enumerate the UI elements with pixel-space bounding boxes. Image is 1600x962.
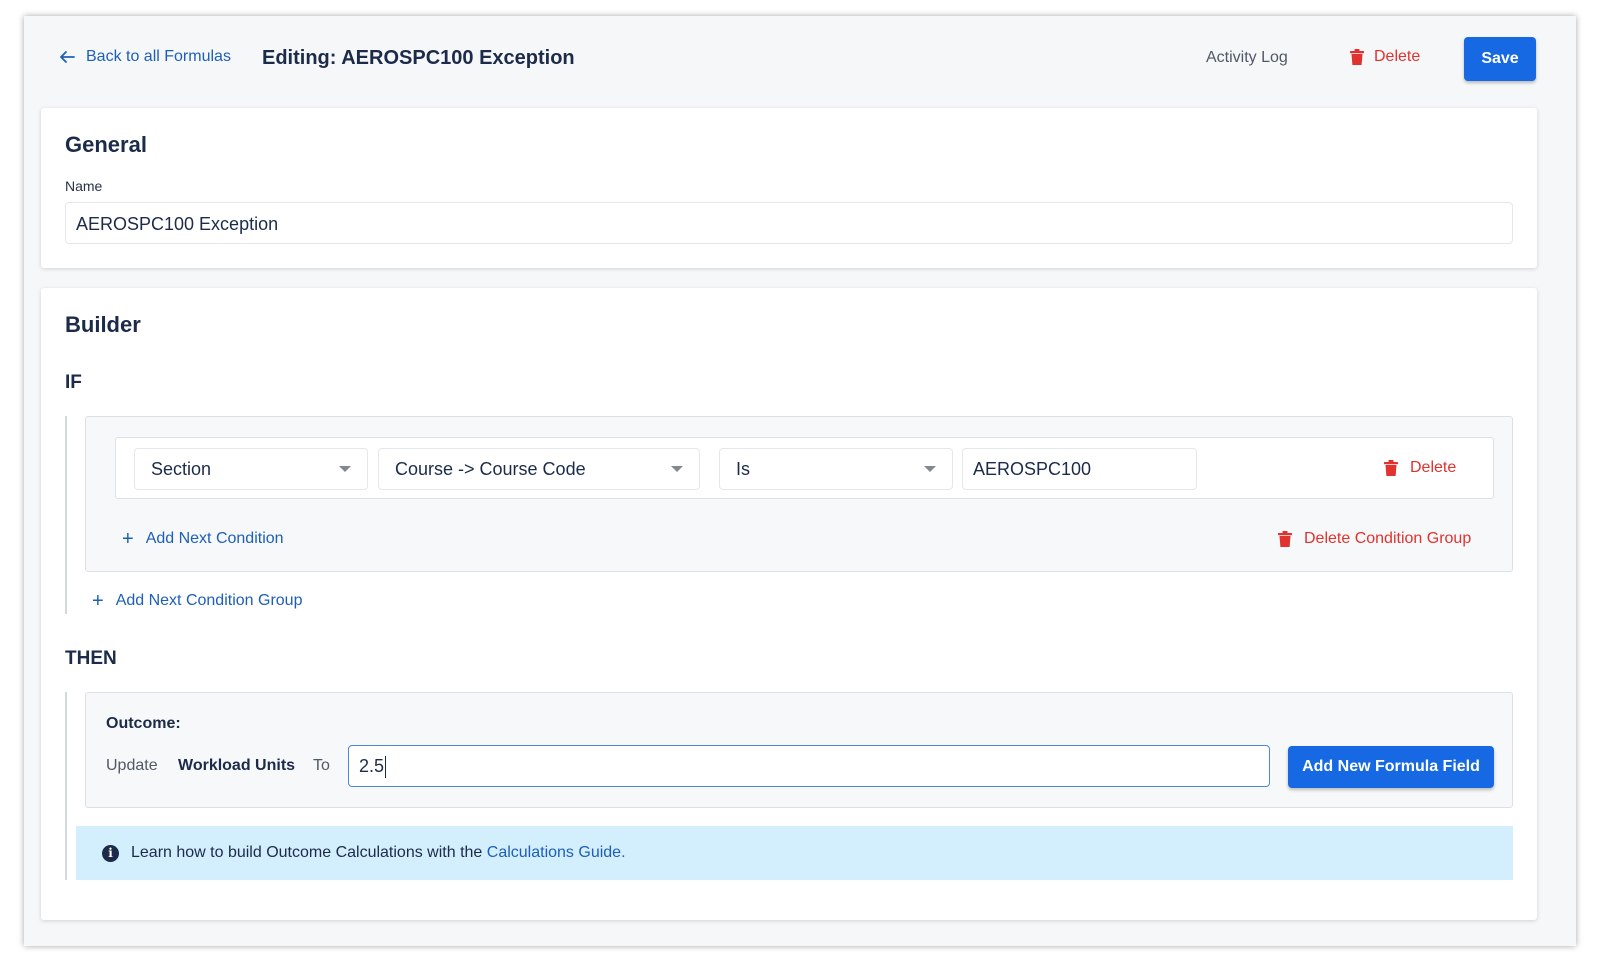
condition-entity-select[interactable]: Section <box>134 448 368 490</box>
back-link[interactable]: Back to all Formulas <box>58 48 231 66</box>
outcome-box: Outcome: Update Workload Units To 2.5 Ad… <box>85 692 1513 808</box>
condition-operator-select[interactable]: Is <box>719 448 953 490</box>
calculations-info-banner: i Learn how to build Outcome Calculation… <box>76 826 1513 880</box>
update-word: Update <box>106 757 158 774</box>
app-window: Back to all Formulas Editing: AEROSPC100… <box>24 16 1576 946</box>
chevron-down-icon <box>339 466 351 472</box>
calculations-guide-link[interactable]: Calculations Guide. <box>487 844 626 861</box>
add-new-formula-field-button[interactable]: Add New Formula Field <box>1288 746 1494 788</box>
plus-icon: + <box>122 528 134 550</box>
if-branch-line <box>65 416 67 614</box>
info-message: Learn how to build Outcome Calculations … <box>131 844 483 861</box>
save-button[interactable]: Save <box>1464 37 1536 81</box>
back-link-label: Back to all Formulas <box>86 48 231 65</box>
general-card: General Name AEROSPC100 Exception <box>41 108 1537 268</box>
add-next-condition-button[interactable]: + Add Next Condition <box>122 528 284 550</box>
name-label: Name <box>65 178 103 194</box>
page-title: Editing: AEROSPC100 Exception <box>262 47 575 69</box>
delete-formula-button[interactable]: Delete <box>1350 48 1420 66</box>
add-group-label: Add Next Condition Group <box>115 592 303 609</box>
outcome-label: Outcome: <box>106 715 181 732</box>
delete-group-label: Delete Condition Group <box>1304 530 1472 547</box>
condition-entity-value: Section <box>151 459 212 479</box>
chevron-down-icon <box>671 466 683 472</box>
condition-field-select[interactable]: Course -> Course Code <box>378 448 700 490</box>
outcome-value-text: 2.5 <box>359 756 385 776</box>
trash-icon <box>1278 531 1292 547</box>
builder-card: Builder IF Section Course -> Course Code… <box>41 288 1537 920</box>
then-label: THEN <box>65 648 117 669</box>
arrow-left-icon <box>60 51 75 63</box>
activity-log-link[interactable]: Activity Log <box>1206 49 1288 67</box>
outcome-field-name: Workload Units <box>178 757 296 774</box>
to-word: To <box>313 757 330 774</box>
condition-value-input[interactable]: AEROSPC100 <box>962 448 1197 490</box>
delete-condition-label: Delete <box>1410 459 1457 476</box>
builder-heading: Builder <box>65 312 141 337</box>
delete-label: Delete <box>1374 48 1421 65</box>
name-input[interactable]: AEROSPC100 Exception <box>65 202 1513 244</box>
general-heading: General <box>65 132 147 157</box>
delete-condition-button[interactable]: Delete <box>1384 459 1456 477</box>
info-text: Learn how to build Outcome Calculations … <box>131 844 626 862</box>
page-header: Back to all Formulas Editing: AEROSPC100… <box>24 16 1576 104</box>
condition-operator-value: Is <box>736 459 751 479</box>
add-condition-label: Add Next Condition <box>145 530 284 547</box>
condition-field-value: Course -> Course Code <box>395 459 586 479</box>
add-next-condition-group-button[interactable]: + Add Next Condition Group <box>92 590 303 612</box>
trash-icon <box>1350 49 1364 65</box>
trash-icon <box>1384 460 1398 476</box>
chevron-down-icon <box>924 466 936 472</box>
plus-icon: + <box>92 590 104 612</box>
condition-row: Section Course -> Course Code Is AEROSPC… <box>115 437 1494 499</box>
info-icon: i <box>102 844 119 862</box>
outcome-value-input[interactable]: 2.5 <box>348 745 1270 787</box>
then-branch-line <box>65 692 67 880</box>
delete-condition-group-button[interactable]: Delete Condition Group <box>1278 530 1471 548</box>
text-cursor <box>385 756 387 779</box>
if-label: IF <box>65 372 82 393</box>
condition-group: Section Course -> Course Code Is AEROSPC… <box>85 416 1513 572</box>
